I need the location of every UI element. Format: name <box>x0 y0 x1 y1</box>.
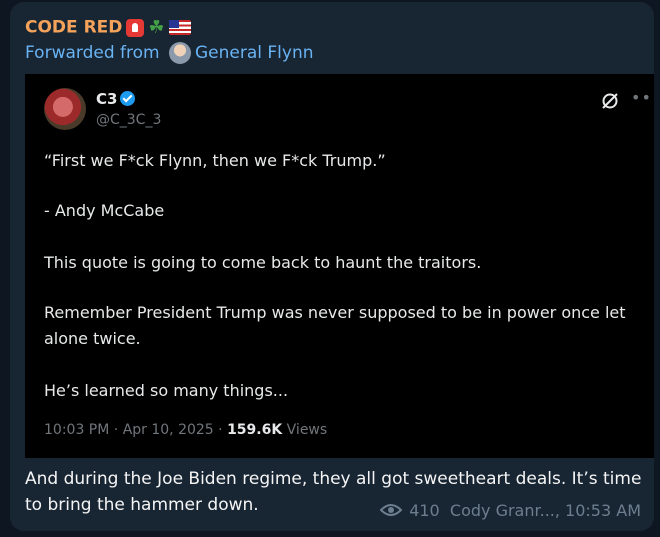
us-flag-icon <box>168 20 191 35</box>
tweet-screenshot[interactable]: C3 @C_3C_3 ••• “First we F*ck Flynn, the… <box>25 74 654 458</box>
verified-badge-icon <box>120 91 136 106</box>
message-view-count: 410 <box>409 501 440 520</box>
tweet-paragraph: “First we F*ck Flynn, then we F*ck Trump… <box>44 151 386 170</box>
forwarded-label: Forwarded from <box>25 43 160 63</box>
channel-name[interactable]: CODE RED ☘ <box>25 17 191 38</box>
message-footer: 410 Cody Granr..., 10:53 AM <box>380 501 641 520</box>
more-options-icon: ••• <box>631 88 654 107</box>
grok-icon <box>602 93 618 109</box>
forwarded-from[interactable]: Forwarded from General Flynn <box>25 42 314 64</box>
message-time: 10:53 AM <box>565 501 641 520</box>
tweet-author-name: C3 <box>96 90 136 108</box>
channel-name-text: CODE RED <box>25 17 123 38</box>
tweet-handle: @C_3C_3 <box>96 112 162 128</box>
tweet-views-count: 159.6K <box>227 422 283 438</box>
tweet-time: 10:03 PM <box>44 422 110 438</box>
police-light-icon <box>126 18 145 37</box>
forward-source-avatar[interactable] <box>169 42 191 64</box>
message-bubble[interactable]: CODE RED ☘ Forwarded from General Flynn C… <box>10 2 654 531</box>
tweet-date: Apr 10, 2025 <box>122 422 214 438</box>
message-author: Cody Granr... <box>449 501 555 520</box>
tweet-paragraph: - Andy McCabe <box>44 201 165 220</box>
tweet-meta: 10:03 PM · Apr 10, 2025 · 159.6K Views <box>44 422 328 438</box>
tweet-views-label: Views <box>286 422 328 438</box>
forward-source-name[interactable]: General Flynn <box>195 43 314 63</box>
shamrock-icon: ☘ <box>148 17 165 38</box>
tweet-paragraph: He’s learned so many things... <box>44 381 289 400</box>
tweet-author-name-text: C3 <box>96 90 118 108</box>
tweet-author-avatar <box>44 88 86 130</box>
tweet-paragraph: This quote is going to come back to haun… <box>44 253 482 272</box>
tweet-paragraph: Remember President Trump was never suppo… <box>44 303 626 348</box>
views-eye-icon <box>380 504 403 516</box>
